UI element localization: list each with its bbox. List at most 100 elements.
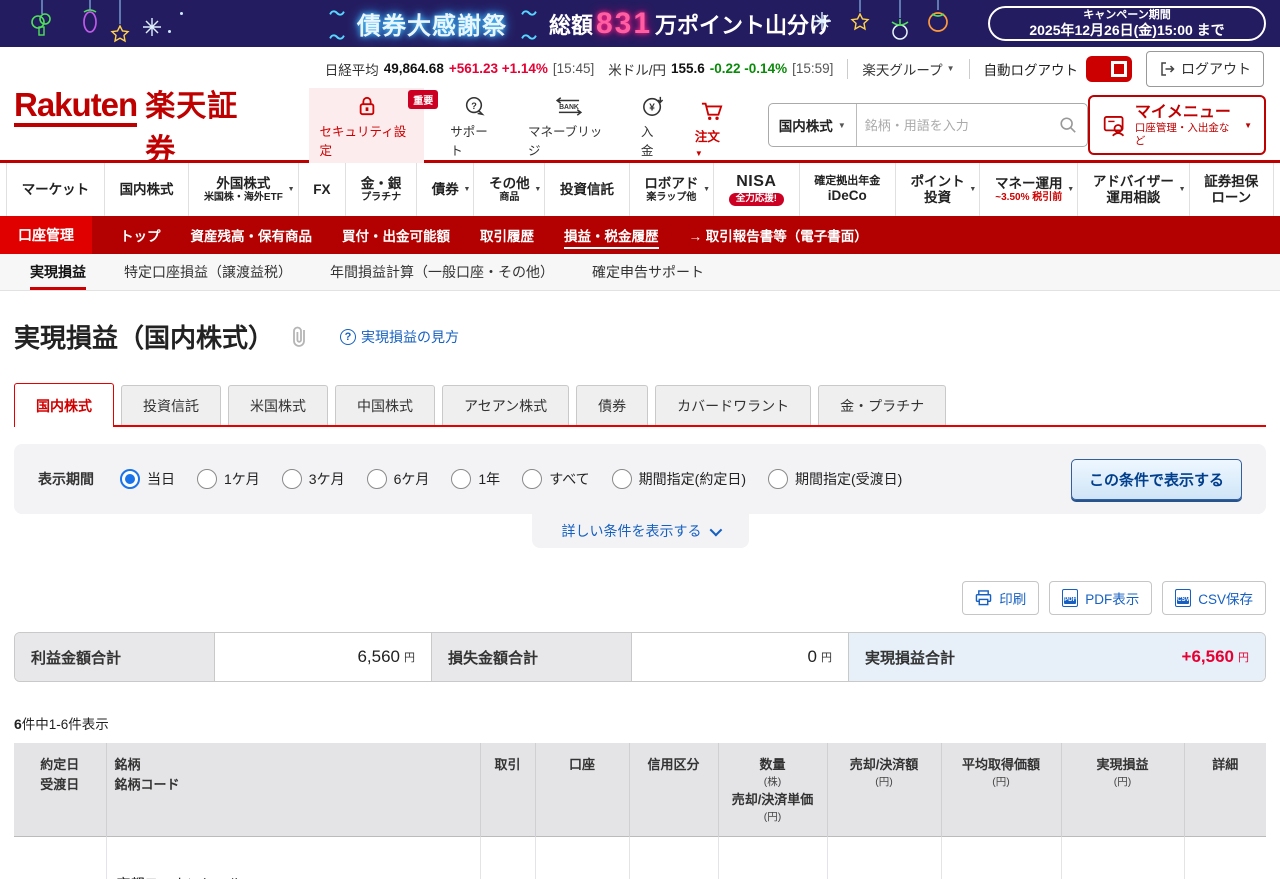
divider: [847, 58, 849, 79]
tab-covered-warrant[interactable]: カバードワラント: [655, 385, 812, 425]
svg-text:¥: ¥: [649, 102, 655, 113]
nav-item-bonds[interactable]: 債券 ▼: [416, 163, 473, 216]
nav-item-advisor[interactable]: アドバイザー 運用相談 ▼: [1077, 163, 1188, 216]
tab-mutual-funds[interactable]: 投資信託: [121, 385, 221, 425]
radio-period-today[interactable]: 当日: [120, 469, 175, 489]
search-category-select[interactable]: 国内株式 ▼: [769, 104, 857, 146]
auto-logout-toggle[interactable]: [1086, 55, 1132, 82]
my-menu-button[interactable]: マイメニュー 口座管理・入出金など ▼: [1087, 94, 1266, 156]
nav-item-nisa[interactable]: NISA 全力応援!: [713, 163, 799, 216]
tab-china-stock[interactable]: 中国株式: [335, 385, 435, 425]
chevron-down-icon: ▼: [946, 64, 955, 73]
cell-name-code: 京都フィナンシャルG 5844: [106, 835, 481, 879]
divider: [968, 58, 970, 79]
order-link[interactable]: 注文 ▼: [691, 93, 734, 163]
nav-item-money-management[interactable]: マネー運用 ~3.50% 税引前 ▼: [979, 163, 1077, 216]
banner-subtitle: 総額 831 万ポイント山分け: [548, 6, 832, 40]
search-input[interactable]: [856, 117, 1049, 133]
sub-nav-tax-filing-support[interactable]: 確定申告サポート: [592, 254, 704, 290]
radio-period-all[interactable]: すべて: [522, 469, 590, 489]
account-nav-reports[interactable]: → 取引報告書等（電子書面）: [689, 216, 868, 254]
loss-total-value: 0円: [632, 633, 849, 681]
nav-item-ideco[interactable]: 確定拠出年金 iDeCo: [798, 163, 895, 216]
apply-filter-button[interactable]: この条件で表示する: [1070, 458, 1242, 500]
account-nav-trade-history[interactable]: 取引履歴: [480, 216, 534, 254]
money-bridge-link[interactable]: BANK マネーブリッジ: [524, 88, 615, 163]
period-filter-label: 表示期間: [38, 471, 94, 487]
cell-avg-cost: 3,300.00: [941, 835, 1062, 879]
chevron-down-icon: ▼: [463, 185, 471, 193]
nav-item-domestic-stock[interactable]: 国内株式: [103, 163, 188, 216]
loss-total-label: 損失金額合計: [432, 633, 632, 681]
header-sale-amount: 売却/決済額 (円): [827, 743, 942, 836]
sub-nav-realized-pl[interactable]: 実現損益: [30, 254, 86, 290]
radio-icon: [767, 469, 788, 489]
star-icon: [850, 12, 870, 31]
csv-save-button[interactable]: CSV CSV保存: [1162, 581, 1266, 615]
header-margin-type: 信用区分: [629, 743, 719, 836]
radio-icon: [197, 469, 217, 489]
tab-us-stock[interactable]: 米国株式: [228, 385, 328, 425]
logo-text-jp: 楽天証券: [145, 90, 239, 167]
tab-bonds[interactable]: 債券: [576, 385, 649, 425]
cell-margin-type: 一般: [629, 835, 719, 879]
radio-period-6months[interactable]: 6ケ月: [366, 469, 429, 489]
campaign-banner[interactable]: 〜〜 債券大感謝祭 〜〜 総額 831 万ポイント山分け キャンペーン期間 20…: [0, 0, 1280, 47]
sub-nav-annual-pl[interactable]: 年間損益計算（一般口座・その他）: [330, 254, 554, 290]
radio-period-3months[interactable]: 3ケ月: [281, 469, 345, 489]
csv-file-icon: CSV: [1175, 589, 1192, 607]
nav-item-securities-loan[interactable]: 証券担保 ローン: [1188, 163, 1274, 216]
cell-realized-pl: +1,000: [1061, 835, 1185, 879]
chevron-down-icon: ▼: [969, 185, 977, 193]
period-filter: 表示期間 当日 1ケ月 3ケ月 6ケ月 1年 すべて 期間指定(約定日) 期間指…: [14, 444, 1266, 514]
nav-item-foreign-stock[interactable]: 外国株式 米国株・海外ETF ▼: [188, 163, 297, 216]
security-name[interactable]: 京都フィナンシャルG: [117, 873, 470, 879]
radio-period-1year[interactable]: 1年: [451, 469, 500, 489]
radio-period-range-trade-date[interactable]: 期間指定(約定日): [611, 469, 746, 489]
pdf-view-button[interactable]: PDF PDF表示: [1049, 581, 1153, 615]
sub-nav-specified-account-pl[interactable]: 特定口座損益（譲渡益税）: [124, 254, 292, 290]
search-icon[interactable]: [1049, 116, 1087, 134]
campaign-period-label: キャンペーン期間: [1083, 9, 1171, 22]
realized-pl-table: 約定日 受渡日 銘柄 銘柄コード 取引 口座 信用区分 数量 (株) 売却/決済単価…: [14, 743, 1266, 879]
nav-item-gold-platinum[interactable]: 金・銀 プラチナ: [345, 163, 416, 216]
account-nav-home[interactable]: 口座管理: [0, 216, 92, 254]
rakuten-group-dropdown[interactable]: 楽天グループ ▼: [862, 59, 954, 79]
header-detail: 詳細: [1184, 743, 1266, 836]
radio-period-1month[interactable]: 1ケ月: [197, 469, 260, 489]
header-account-type: 口座: [535, 743, 630, 836]
nav-item-fx[interactable]: FX: [297, 163, 346, 216]
header-quantity-unit-price: 数量 (株) 売却/決済単価 (円): [718, 743, 828, 836]
account-nav-pl-tax-history[interactable]: 損益・税金履歴: [564, 216, 659, 254]
print-button[interactable]: 印刷: [962, 581, 1040, 615]
snowflake-icon: [143, 18, 161, 36]
rakuten-securities-logo[interactable]: Rakuten 楽天証券: [14, 81, 261, 169]
realized-pl-total-value: +6,560 円: [1049, 633, 1265, 681]
support-link[interactable]: ? サポート: [446, 88, 502, 163]
tab-domestic-stock[interactable]: 国内株式: [14, 383, 114, 427]
nav-item-market[interactable]: マーケット: [6, 163, 104, 216]
star-icon: [110, 24, 130, 43]
logout-button[interactable]: ログアウト: [1146, 50, 1264, 87]
sparkle-accent-icon: 〜〜: [328, 5, 345, 47]
tab-gold-platinum[interactable]: 金・プラチナ: [818, 385, 947, 425]
nikkei-time: [15:45]: [552, 61, 595, 76]
nav-item-other-products[interactable]: その他 商品 ▼: [473, 163, 544, 216]
nav-item-roboadvisor[interactable]: ロボアド 楽ラップ他 ▼: [628, 163, 713, 216]
security-settings-link[interactable]: 重要 セキュリティ設定: [309, 87, 439, 163]
account-nav-top[interactable]: トップ: [120, 216, 161, 254]
nav-item-mutual-funds[interactable]: 投資信託: [544, 163, 628, 216]
radio-period-range-settlement-date[interactable]: 期間指定(受渡日): [767, 469, 902, 489]
paperclip-icon[interactable]: [290, 325, 310, 349]
expand-detailed-conditions-link[interactable]: 詳しい条件を表示する: [531, 514, 749, 548]
account-nav-balance[interactable]: 資産残高・保有商品: [191, 216, 313, 254]
sub-nav: 実現損益 特定口座損益（譲渡益税） 年間損益計算（一般口座・その他） 確定申告サ…: [0, 254, 1280, 291]
chevron-down-icon: ▼: [703, 185, 711, 193]
realized-pl-help-link[interactable]: ? 実現損益の見方: [340, 327, 459, 347]
tab-asean-stock[interactable]: アセアン株式: [442, 385, 570, 425]
profit-total-label: 利益金額合計: [15, 633, 215, 681]
account-nav-buying-power[interactable]: 買付・出金可能額: [342, 216, 450, 254]
pl-summary-bar: 利益金額合計 6,560 円 損失金額合計 0円 実現損益合計 +6,560 円: [14, 632, 1266, 682]
deposit-link[interactable]: ¥ 入金: [637, 88, 669, 163]
nav-item-point-investing[interactable]: ポイント 投資 ▼: [894, 163, 979, 216]
